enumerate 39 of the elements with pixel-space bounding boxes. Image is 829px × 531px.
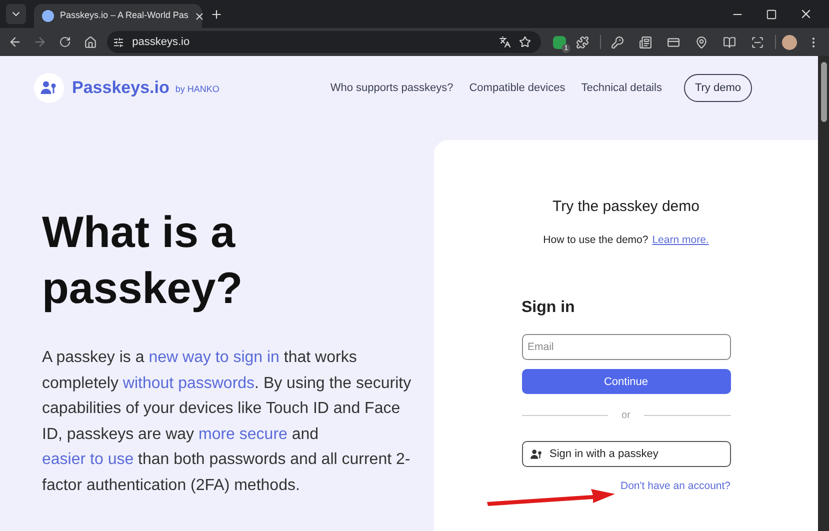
scrollbar[interactable] (818, 56, 829, 531)
maximize-icon[interactable] (766, 8, 777, 20)
logo-text[interactable]: Passkeys.io (72, 75, 170, 101)
text-link[interactable]: new way to sign in (148, 349, 280, 366)
browser-tab[interactable]: Passkeys.io – A Real-World Pas (34, 4, 202, 28)
sign-up-link[interactable]: Don't have an account? (620, 479, 730, 495)
bookmark-star-icon[interactable] (518, 36, 531, 48)
user-key-icon (40, 79, 58, 97)
nav-link[interactable]: Who supports passkeys? (330, 80, 454, 96)
favicon-icon (42, 10, 54, 22)
tab-title: Passkeys.io – A Real-World Pas (60, 9, 188, 22)
tab-list-button[interactable] (6, 4, 26, 24)
help-text: How to use the demo? (543, 232, 648, 248)
try-demo-button[interactable]: Try demo (684, 74, 752, 102)
close-icon[interactable] (799, 7, 813, 21)
nav-link[interactable]: Compatible devices (469, 80, 566, 96)
text-link[interactable]: easier to use (42, 451, 134, 468)
close-icon[interactable] (194, 10, 206, 22)
passkey-sign-in-button[interactable]: Sign in with a passkey (522, 441, 730, 468)
translate-icon[interactable] (498, 36, 511, 48)
sign-in-heading: Sign in (522, 298, 576, 318)
text-link[interactable]: without passwords (122, 374, 255, 392)
continue-button[interactable]: Continue (522, 369, 730, 394)
avatar-icon[interactable] (782, 34, 797, 50)
user-key-icon (530, 448, 542, 461)
hero-heading: What is a passkey? (42, 207, 244, 315)
learn-more-link[interactable]: Learn more. (652, 232, 709, 248)
byline-text: by HANKO (175, 82, 220, 96)
demo-title: Try the passkey demo (552, 197, 700, 217)
site-settings-icon[interactable] (113, 36, 124, 48)
text-link[interactable]: more secure (198, 426, 288, 442)
new-tab-icon[interactable] (210, 8, 223, 20)
logo-icon[interactable] (34, 73, 64, 103)
or-divider-text: or (620, 409, 632, 424)
email-input-field[interactable]: Email (522, 334, 730, 360)
address-bar[interactable]: passkeys.io (107, 31, 541, 53)
nav-link[interactable]: Technical details (581, 80, 662, 96)
url-text: passkeys.io (132, 34, 191, 50)
hero-paragraph: A passkey is a new way to sign in that works completely without passwords. By using the security capabilities of your devices like Touch ID and Face ID, passkeys are way more secure and easier to use than both passwords and all current 2-factor authentication (2FA) methods. (42, 348, 412, 496)
